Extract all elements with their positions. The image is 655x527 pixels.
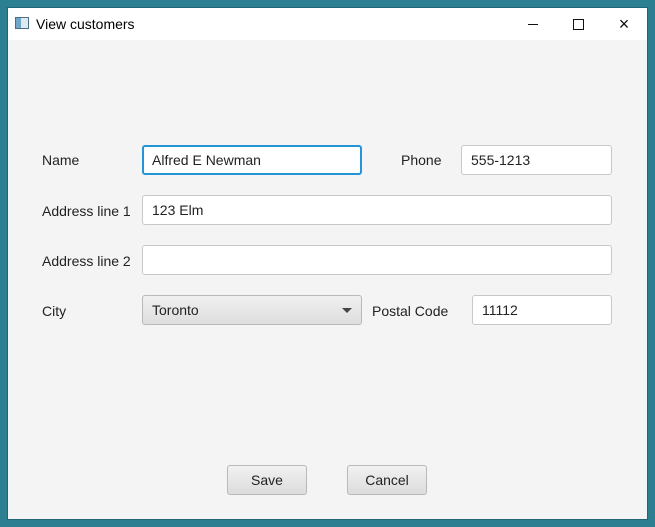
minimize-icon [528,23,538,25]
window-title: View customers [36,16,135,32]
title-bar[interactable]: View customers × [8,8,647,40]
postal-code-label: Postal Code [372,303,449,319]
postal-code-input[interactable] [472,295,612,325]
close-icon: × [618,14,630,34]
city-label: City [42,303,67,319]
city-selected-value: Toronto [152,302,199,318]
address-line-1-label: Address line 1 [42,203,131,219]
cancel-button[interactable]: Cancel [347,465,427,495]
phone-label: Phone [401,152,442,168]
window-app-icon [15,17,29,29]
name-input[interactable] [142,145,362,175]
minimize-button[interactable] [510,8,556,40]
maximize-icon [572,18,584,30]
phone-input[interactable] [461,145,612,175]
name-label: Name [42,152,80,168]
chevron-down-icon [342,308,352,313]
address-line-2-input[interactable] [142,245,612,275]
save-button[interactable]: Save [227,465,307,495]
close-button[interactable]: × [601,8,647,40]
address-line-2-label: Address line 2 [42,253,131,269]
city-dropdown[interactable]: Toronto [142,295,362,325]
maximize-button[interactable] [555,8,601,40]
address-line-1-input[interactable] [142,195,612,225]
customer-window: View customers × Name Phone Address line… [8,8,647,519]
